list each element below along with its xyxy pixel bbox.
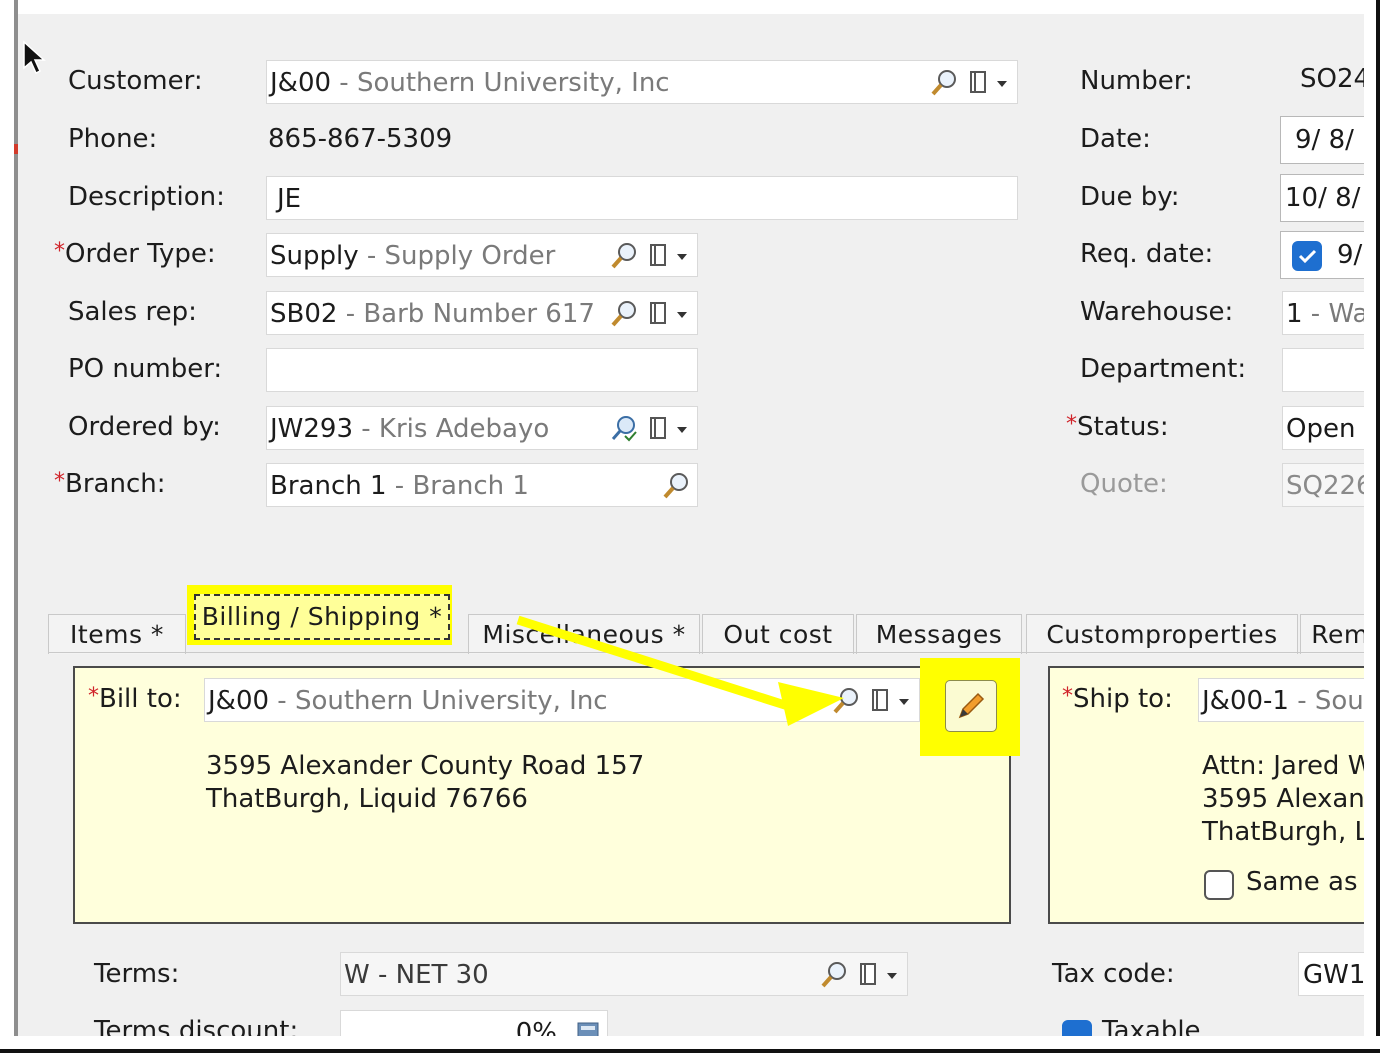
screenshot-frame: Customer: J&00 - Southern University, In…	[0, 0, 1380, 1053]
annotation-arrow	[516, 615, 844, 726]
left-margin	[0, 0, 14, 1053]
right-border	[1376, 0, 1380, 1053]
bottom-border	[0, 1049, 1380, 1053]
mouse-cursor-icon	[23, 40, 46, 75]
sales-order-form: Customer: J&00 - Southern University, In…	[18, 14, 1364, 1036]
